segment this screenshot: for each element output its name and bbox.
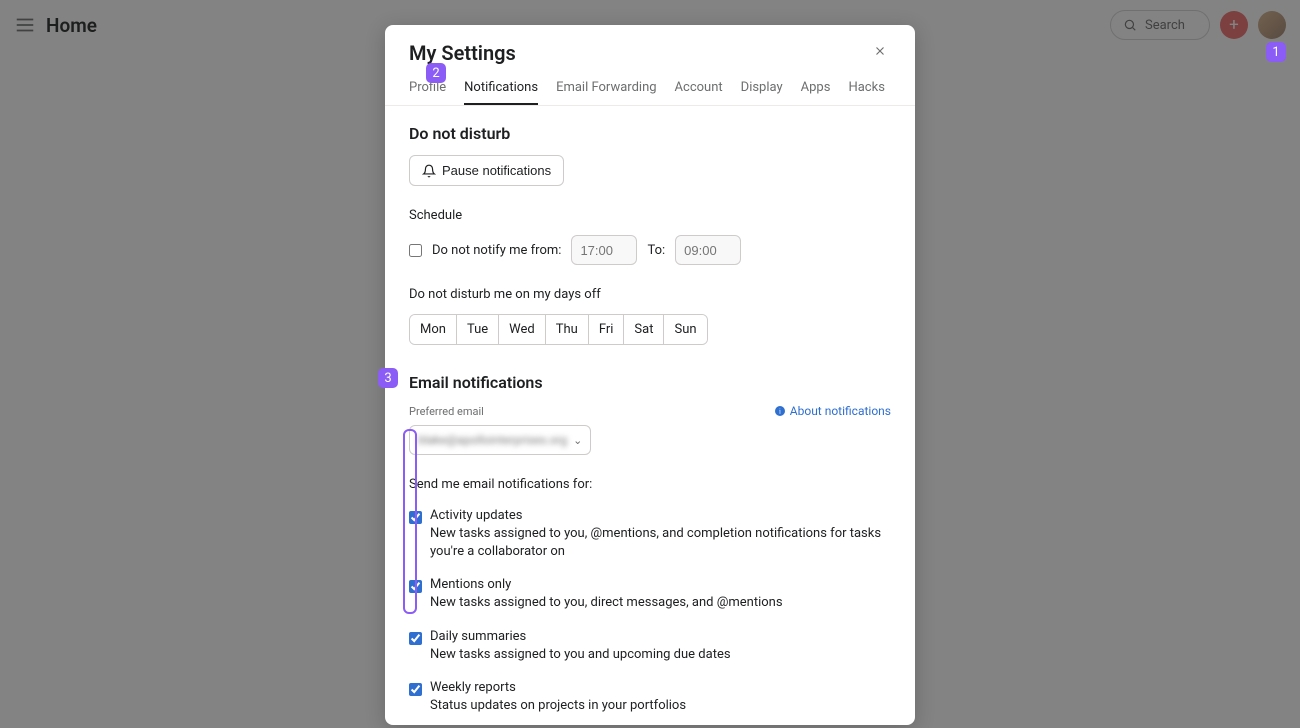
tab-hacks[interactable]: Hacks: [848, 76, 884, 105]
day-mon[interactable]: Mon: [410, 315, 457, 344]
tab-notifications[interactable]: Notifications: [464, 76, 538, 105]
info-icon: i: [774, 405, 786, 417]
activity-updates-checkbox[interactable]: [409, 511, 422, 524]
day-sat[interactable]: Sat: [624, 315, 664, 344]
modal-body: Do not disturb Pause notifications Sched…: [385, 106, 915, 725]
day-sun[interactable]: Sun: [664, 315, 706, 344]
callout-badge-3: 3: [378, 368, 398, 388]
about-notifications-link[interactable]: i About notifications: [774, 404, 891, 418]
pause-label: Pause notifications: [442, 163, 551, 178]
selected-email: blake@apollointerprises.org: [418, 433, 567, 447]
pause-notifications-button[interactable]: Pause notifications: [409, 155, 564, 186]
send-for-label: Send me email notifications for:: [409, 477, 891, 492]
check-activity-updates: Activity updates New tasks assigned to y…: [409, 508, 891, 561]
activity-title: Activity updates: [430, 508, 891, 523]
preferred-email-select[interactable]: blake@apollointerprises.org ⌄: [409, 425, 591, 455]
tab-account[interactable]: Account: [675, 76, 723, 105]
dnd-schedule-checkbox[interactable]: [409, 244, 422, 257]
svg-text:i: i: [779, 408, 781, 416]
activity-desc: New tasks assigned to you, @mentions, an…: [430, 525, 891, 561]
dnd-from-label: Do not notify me from:: [432, 243, 561, 258]
callout-badge-1: 1: [1266, 42, 1286, 62]
section-email-title: Email notifications: [409, 373, 891, 392]
mentions-only-checkbox[interactable]: [409, 580, 422, 593]
days-off-group: Mon Tue Wed Thu Fri Sat Sun: [409, 314, 708, 345]
settings-modal: My Settings Profile Notifications Email …: [385, 25, 915, 725]
settings-tabs: Profile Notifications Email Forwarding A…: [409, 76, 891, 105]
callout-badge-2: 2: [426, 63, 446, 83]
day-fri[interactable]: Fri: [589, 315, 625, 344]
weekly-reports-checkbox[interactable]: [409, 683, 422, 696]
check-mentions-only: Mentions only New tasks assigned to you,…: [409, 577, 891, 612]
section-dnd-title: Do not disturb: [409, 124, 891, 143]
daily-summaries-checkbox[interactable]: [409, 632, 422, 645]
dnd-to-input[interactable]: [675, 235, 741, 265]
chevron-down-icon: ⌄: [573, 434, 582, 447]
daily-title: Daily summaries: [430, 629, 731, 644]
day-wed[interactable]: Wed: [499, 315, 546, 344]
modal-title: My Settings: [409, 41, 516, 65]
weekly-title: Weekly reports: [430, 680, 686, 695]
tab-display[interactable]: Display: [741, 76, 783, 105]
daysoff-label: Do not disturb me on my days off: [409, 287, 891, 302]
check-weekly-reports: Weekly reports Status updates on project…: [409, 680, 891, 715]
tab-email-forwarding[interactable]: Email Forwarding: [556, 76, 656, 105]
close-icon: [873, 44, 887, 58]
tab-apps[interactable]: Apps: [801, 76, 831, 105]
mentions-title: Mentions only: [430, 577, 783, 592]
dnd-from-input[interactable]: [571, 235, 637, 265]
daily-desc: New tasks assigned to you and upcoming d…: [430, 646, 731, 664]
bell-off-icon: [422, 164, 436, 178]
dnd-to-label: To:: [647, 243, 665, 258]
mentions-desc: New tasks assigned to you, direct messag…: [430, 594, 783, 612]
about-label: About notifications: [790, 404, 891, 418]
check-daily-summaries: Daily summaries New tasks assigned to yo…: [409, 629, 891, 664]
close-button[interactable]: [869, 39, 891, 66]
day-thu[interactable]: Thu: [546, 315, 589, 344]
schedule-subhead: Schedule: [409, 208, 891, 223]
weekly-desc: Status updates on projects in your portf…: [430, 697, 686, 715]
preferred-email-label: Preferred email: [409, 405, 484, 418]
day-tue[interactable]: Tue: [457, 315, 499, 344]
